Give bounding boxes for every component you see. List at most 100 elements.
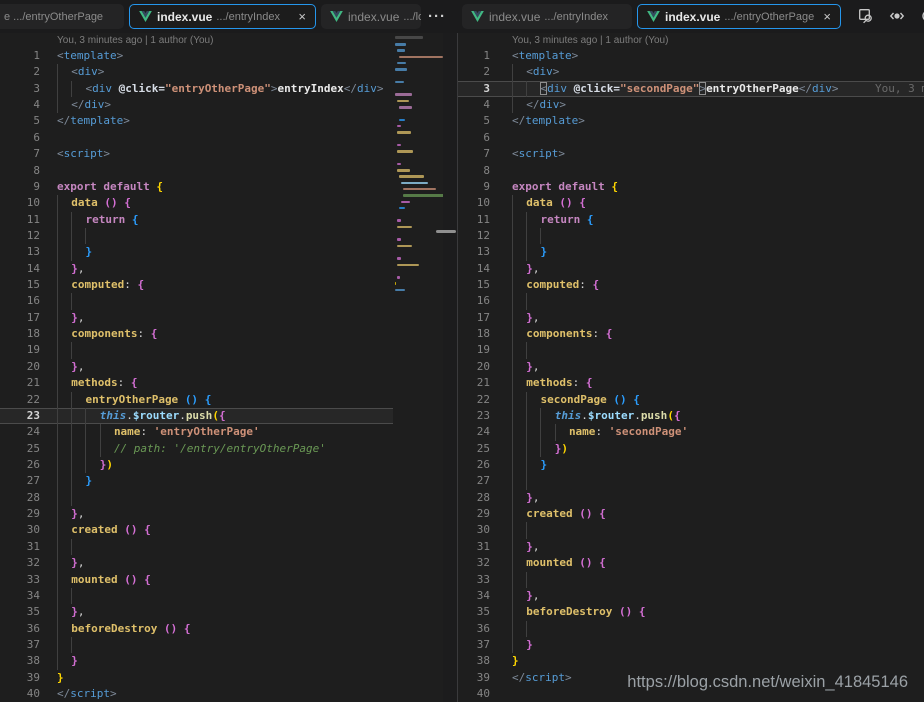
code-text[interactable]: this.$router.push({	[57, 407, 393, 425]
code-text[interactable]: },	[57, 309, 393, 327]
minimap[interactable]	[393, 33, 447, 702]
code-text[interactable]: methods: {	[57, 375, 393, 392]
code-text[interactable]: name: 'entryOtherPage'	[57, 424, 393, 441]
code-text[interactable]: },	[512, 309, 924, 327]
code-text[interactable]	[512, 342, 924, 359]
code-text[interactable]: data () {	[512, 195, 924, 212]
code-text[interactable]: <template>	[57, 48, 393, 64]
code-text[interactable]: computed: {	[512, 277, 924, 294]
tab-entryotherpage[interactable]: index.vue .../entryOtherPage ×	[637, 4, 841, 29]
code-text[interactable]: export default {	[57, 179, 393, 195]
editor-pane-left[interactable]: You, 3 minutes ago | 1 author (You) 1 <tem…	[0, 33, 393, 702]
code-text[interactable]: },	[512, 358, 924, 376]
tab-close-icon[interactable]: ×	[290, 10, 306, 23]
code-text[interactable]: </div>	[512, 97, 924, 114]
code-text[interactable]	[57, 227, 393, 245]
code-text[interactable]	[57, 342, 393, 359]
code-text[interactable]: this.$router.push({	[512, 407, 924, 425]
token: @click=	[573, 81, 620, 95]
clipped-action-icon[interactable]	[920, 8, 924, 24]
code-text[interactable]: components: {	[512, 326, 924, 343]
code-text[interactable]: <div @click="secondPage">entryOtherPage<…	[512, 80, 924, 98]
tab-entryindex-right[interactable]: index.vue .../entryIndex	[462, 4, 632, 29]
code-line: 31},	[458, 538, 924, 556]
code-text[interactable]: }	[512, 456, 924, 474]
code-text[interactable]	[512, 522, 924, 539]
code-text[interactable]: <div @click="entryOtherPage">entryIndex<…	[57, 80, 393, 98]
code-text[interactable]: created () {	[57, 522, 393, 539]
open-preview-icon[interactable]	[858, 8, 874, 24]
code-text[interactable]: <div>	[57, 64, 393, 81]
code-text[interactable]: beforeDestroy () {	[57, 620, 393, 637]
code-text[interactable]: },	[57, 555, 393, 572]
code-text[interactable]: }	[512, 636, 924, 654]
code-text[interactable]: <script>	[57, 146, 393, 162]
code-text[interactable]: mounted () {	[57, 571, 393, 588]
code-text[interactable]: beforeDestroy () {	[512, 604, 924, 621]
code-text[interactable]: },	[57, 260, 393, 278]
code-text[interactable]	[512, 293, 924, 310]
code-text[interactable]: }	[512, 653, 924, 669]
sash-handle[interactable]	[436, 230, 456, 233]
code-text[interactable]: </div>	[57, 97, 393, 114]
code-text[interactable]	[57, 489, 393, 507]
code-text[interactable]: }	[57, 653, 393, 670]
code-text[interactable]	[57, 293, 393, 310]
code-text[interactable]: // path: '/entry/entryOtherPage'	[57, 440, 393, 457]
code-text[interactable]: mounted () {	[512, 555, 924, 572]
code-text[interactable]	[512, 130, 924, 146]
tab-entryindex[interactable]: index.vue .../entryIndex ×	[129, 4, 316, 29]
code-text[interactable]: created () {	[512, 506, 924, 523]
code-text[interactable]	[512, 227, 924, 245]
code-text[interactable]: components: {	[57, 326, 393, 343]
code-text[interactable]	[512, 571, 924, 588]
code-text[interactable]: data () {	[57, 195, 393, 212]
tab-path-hint: .../log	[403, 10, 421, 23]
code-text[interactable]: entryOtherPage () {	[57, 391, 393, 408]
code-text[interactable]: <script>	[512, 146, 924, 162]
codelens-blame[interactable]: You, 3 minutes ago | 1 author (You)	[57, 33, 393, 48]
code-text[interactable]: },	[512, 538, 924, 556]
code-text[interactable]: })	[512, 440, 924, 457]
code-text[interactable]: <template>	[512, 48, 924, 64]
code-text[interactable]	[57, 538, 393, 556]
code-text[interactable]	[57, 163, 393, 179]
code-text[interactable]	[57, 130, 393, 146]
code-text[interactable]: }	[57, 473, 393, 490]
code-text[interactable]: },	[57, 506, 393, 523]
code-text[interactable]: </template>	[512, 113, 924, 129]
line-number: 27	[476, 474, 490, 488]
editor-sash[interactable]	[443, 33, 458, 702]
code-text[interactable]	[57, 636, 393, 654]
code-text[interactable]: <div>	[512, 64, 924, 81]
code-text[interactable]: },	[512, 587, 924, 605]
code-text[interactable]: name: 'secondPage'	[512, 424, 924, 441]
code-text[interactable]: return {	[512, 211, 924, 228]
code-text[interactable]: methods: {	[512, 375, 924, 392]
code-text[interactable]: export default {	[512, 179, 924, 195]
tab-entryotherpage-clipped[interactable]: e .../entryOtherPage	[0, 4, 124, 29]
code-text[interactable]: </script>	[57, 686, 393, 702]
code-text[interactable]: },	[512, 489, 924, 507]
codelens-blame[interactable]: You, 3 minutes ago | 1 author (You)	[512, 33, 924, 48]
code-text[interactable]: secondPage () {	[512, 391, 924, 408]
code-text[interactable]: },	[512, 260, 924, 278]
code-text[interactable]: </template>	[57, 113, 393, 129]
code-text[interactable]: }	[512, 244, 924, 261]
code-text[interactable]: }	[57, 670, 393, 686]
more-actions-icon[interactable]: ···	[428, 8, 446, 25]
code-text[interactable]	[512, 473, 924, 490]
tab-close-icon[interactable]: ×	[815, 10, 831, 23]
code-text[interactable]: }	[57, 244, 393, 261]
code-text[interactable]: return {	[57, 211, 393, 228]
code-text[interactable]: computed: {	[57, 277, 393, 294]
code-text[interactable]: },	[57, 358, 393, 376]
tab-log[interactable]: index.vue .../log	[321, 4, 421, 29]
code-text[interactable]: },	[57, 604, 393, 621]
code-text[interactable]	[512, 163, 924, 179]
editor-pane-right[interactable]: You, 3 minutes ago | 1 author (You) 1 <tem…	[458, 33, 924, 702]
code-text[interactable]: })	[57, 456, 393, 474]
split-editor-icon[interactable]	[889, 8, 905, 24]
code-text[interactable]	[512, 620, 924, 637]
code-text[interactable]	[57, 587, 393, 605]
